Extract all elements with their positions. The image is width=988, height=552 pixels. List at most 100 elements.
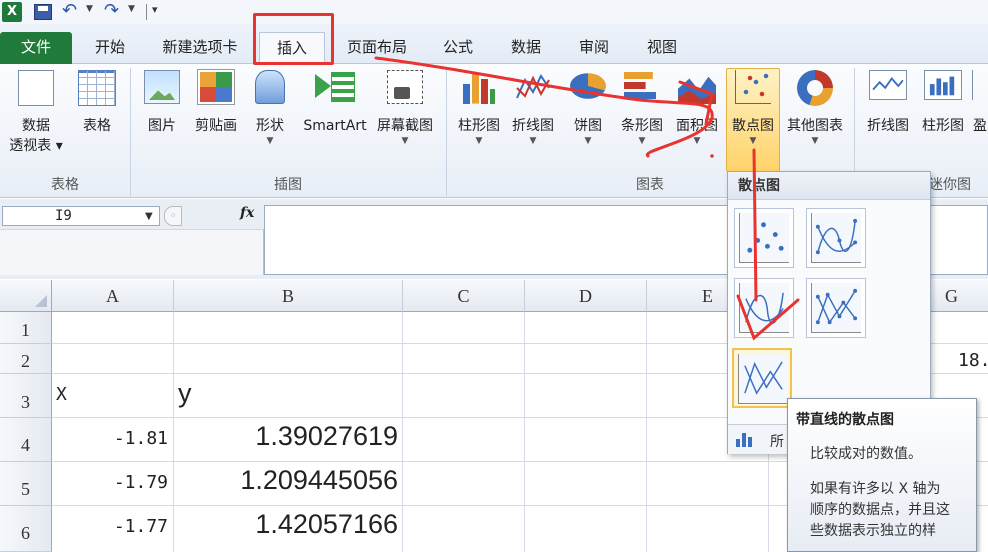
cell-b3[interactable]: y: [178, 378, 192, 409]
screenshot-label: 屏幕截图: [377, 118, 433, 134]
scatter-smooth-lines-markers-option[interactable]: [806, 208, 866, 268]
picture-button[interactable]: 图片: [136, 70, 188, 136]
scatter-markers-only-option[interactable]: [734, 208, 794, 268]
tab-view[interactable]: 视图: [634, 32, 690, 64]
sparkline-winloss-button[interactable]: 盈: [972, 70, 988, 136]
row-header-1[interactable]: 1: [0, 312, 52, 344]
shapes-label: 形状: [256, 118, 284, 134]
bar-chart-button[interactable]: 条形图 ▼: [614, 70, 670, 146]
tab-home[interactable]: 开始: [82, 32, 138, 64]
grid-line: [524, 312, 525, 552]
row-header-5[interactable]: 5: [0, 462, 52, 506]
scatter-chart-label: 散点图: [732, 118, 774, 134]
row-header-4[interactable]: 4: [0, 418, 52, 462]
tab-data[interactable]: 数据: [498, 32, 554, 64]
scatter-smooth-icon: [739, 283, 789, 333]
smartart-label: SmartArt: [303, 118, 367, 134]
pivot-table-label-2-text: 透视表: [9, 138, 52, 154]
undo-dropdown-icon[interactable]: ▼: [86, 4, 93, 14]
scatter-chart-dropdown-icon: ▼: [749, 136, 757, 146]
scatter-smooth-lines-option[interactable]: [734, 278, 794, 338]
save-icon[interactable]: [34, 4, 52, 20]
column-header-c[interactable]: C: [403, 280, 525, 312]
sparkline-column-button[interactable]: 柱形图: [916, 70, 970, 136]
pivot-table-icon: [18, 70, 54, 106]
row-header-2[interactable]: 2: [0, 344, 52, 374]
cell-a6[interactable]: -1.77: [56, 516, 168, 537]
sparkline-line-button[interactable]: 折线图: [860, 70, 916, 136]
smartart-button[interactable]: SmartArt: [298, 70, 372, 136]
clipart-button[interactable]: 剪贴画: [188, 69, 244, 136]
formula-bar-gutter: [0, 229, 264, 275]
column-chart-icon: [461, 70, 497, 104]
chart-type-tooltip: 带直线的散点图 比较成对的数值。 如果有许多以 X 轴为 顺序的数据点，并且这 …: [787, 398, 977, 552]
other-charts-button[interactable]: 其他图表 ▼: [782, 70, 848, 146]
pie-chart-button[interactable]: 饼图 ▼: [562, 70, 614, 146]
pivot-table-button[interactable]: 数据 透视表 ▾: [6, 70, 66, 156]
undo-icon[interactable]: ↶: [62, 2, 84, 22]
row-header-6[interactable]: 6: [0, 506, 52, 552]
annotation-highlight-box: [253, 13, 334, 65]
cell-a3[interactable]: X: [56, 384, 67, 405]
cell-b6[interactable]: 1.42057166: [178, 509, 398, 540]
column-header-d[interactable]: D: [525, 280, 647, 312]
all-chart-types-icon: [736, 433, 754, 447]
row-header-3[interactable]: 3: [0, 374, 52, 418]
shapes-button[interactable]: 形状 ▼: [244, 70, 296, 146]
cell-g2[interactable]: 18.: [958, 350, 988, 371]
redo-dropdown-icon[interactable]: ▼: [128, 4, 135, 14]
cell-b5[interactable]: 1.209445056: [178, 465, 398, 496]
table-icon: [78, 70, 116, 106]
tab-file[interactable]: 文件: [0, 32, 72, 64]
grid-line: [646, 312, 647, 552]
insert-function-icon[interactable]: fx: [240, 205, 254, 221]
group-separator: [446, 68, 447, 196]
shapes-dropdown-icon: ▼: [266, 136, 274, 146]
gallery-title: 散点图: [728, 172, 930, 200]
cell-b4[interactable]: 1.39027619: [178, 421, 398, 452]
tab-page-layout[interactable]: 页面布局: [338, 32, 416, 64]
line-chart-button[interactable]: 折线图 ▼: [506, 70, 560, 146]
sparkline-line-icon: [869, 70, 907, 100]
grid-line: [402, 312, 403, 552]
scatter-chart-button[interactable]: 散点图 ▼: [726, 70, 780, 146]
screenshot-button[interactable]: 屏幕截图 ▼: [372, 70, 438, 146]
column-header-b[interactable]: B: [174, 280, 403, 312]
pie-chart-icon: [570, 73, 606, 99]
bar-chart-icon: [624, 70, 660, 104]
excel-logo-icon[interactable]: X: [2, 2, 22, 22]
table-label: 表格: [83, 118, 111, 134]
line-chart-dropdown-icon: ▼: [529, 136, 537, 146]
tab-new-tab[interactable]: 新建选项卡: [150, 32, 250, 64]
picture-label: 图片: [148, 118, 176, 134]
area-chart-dropdown-icon: ▼: [693, 136, 701, 146]
grid-line: [173, 312, 174, 552]
select-all-corner[interactable]: [0, 280, 52, 312]
area-chart-button[interactable]: 面积图 ▼: [670, 70, 724, 146]
formula-cancel-icon[interactable]: ◦: [164, 206, 182, 226]
customize-quick-access-icon[interactable]: ▾: [152, 3, 158, 16]
cell-a5[interactable]: -1.79: [56, 472, 168, 493]
cell-a4[interactable]: -1.81: [56, 428, 168, 449]
name-box[interactable]: I9: [2, 206, 160, 226]
tab-review[interactable]: 审阅: [566, 32, 622, 64]
scatter-straight-lines-markers-option[interactable]: [806, 278, 866, 338]
sparkline-column-label: 柱形图: [922, 118, 964, 134]
tab-formulas[interactable]: 公式: [430, 32, 486, 64]
other-charts-label: 其他图表: [787, 118, 843, 134]
clipart-label: 剪贴画: [195, 118, 237, 134]
scatter-straight-lines-option[interactable]: [732, 348, 792, 408]
scatter-straight-icon: [738, 354, 788, 404]
all-chart-types-label: 所: [770, 434, 784, 450]
tooltip-description: 比较成对的数值。: [810, 446, 922, 462]
table-button[interactable]: 表格: [70, 70, 124, 136]
column-header-a[interactable]: A: [52, 280, 174, 312]
name-box-dropdown-icon[interactable]: ▼: [145, 211, 153, 222]
screenshot-icon: [387, 70, 423, 104]
column-chart-label: 柱形图: [458, 118, 500, 134]
redo-icon[interactable]: ↷: [104, 2, 126, 22]
tooltip-detail-line: 如果有许多以 X 轴为: [810, 481, 941, 497]
other-charts-dropdown-icon: ▼: [811, 136, 819, 146]
group-label-illustrations: 插图: [274, 177, 302, 193]
column-chart-button[interactable]: 柱形图 ▼: [452, 70, 506, 146]
